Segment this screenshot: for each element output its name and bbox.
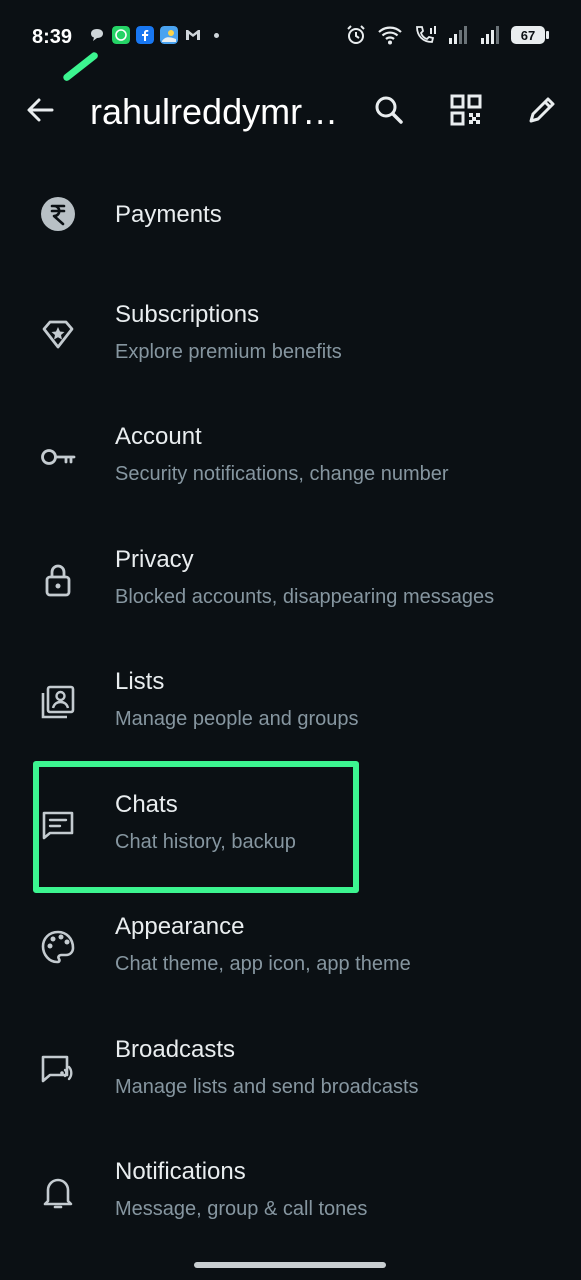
gmail-icon <box>186 30 200 40</box>
settings-item-privacy[interactable]: Privacy Blocked accounts, disappearing m… <box>0 518 581 641</box>
diamond-star-icon <box>42 320 74 348</box>
profile-title: rahulreddymr… <box>90 91 339 132</box>
settings-item-label: Chats <box>115 790 178 818</box>
rupee-icon <box>41 197 75 231</box>
photos-icon <box>160 26 178 44</box>
contacts-list-icon <box>41 685 75 719</box>
settings-item-subtitle: Blocked accounts, disappearing messages <box>115 585 495 608</box>
settings-list: Payments Subscriptions Explore premium b… <box>0 150 581 1253</box>
settings-item-account[interactable]: Account Security notifications, change n… <box>0 395 581 518</box>
call-signal-icon <box>416 26 436 43</box>
bell-icon <box>43 1178 73 1209</box>
settings-item-label: Privacy <box>115 545 194 573</box>
back-arrow-icon[interactable] <box>20 90 60 130</box>
settings-item-subtitle: Explore premium benefits <box>115 340 342 363</box>
battery-icon: 67 <box>511 26 549 44</box>
settings-item-label: Account <box>115 423 202 450</box>
signal-icon <box>449 26 467 44</box>
chat-bubble-icon <box>91 29 103 41</box>
settings-item-label: Lists <box>115 668 165 695</box>
settings-item-subtitle: Chat theme, app icon, app theme <box>115 953 411 975</box>
whatsapp-icon <box>112 26 130 44</box>
home-indicator[interactable] <box>194 1262 386 1268</box>
broadcast-icon <box>41 1055 73 1082</box>
settings-item-appearance[interactable]: Appearance Chat theme, app icon, app the… <box>0 885 581 1008</box>
settings-item-label: Broadcasts <box>115 1035 236 1063</box>
palette-icon <box>41 930 75 964</box>
settings-item-label: Appearance <box>115 913 245 940</box>
wifi-icon <box>378 26 402 45</box>
settings-item-label: Payments <box>115 201 222 228</box>
battery-level: 67 <box>520 27 536 43</box>
alarm-icon <box>347 25 365 44</box>
search-icon[interactable] <box>368 90 408 130</box>
settings-item-payments[interactable]: Payments <box>0 150 581 273</box>
settings-item-subtitle: Chat history, backup <box>115 830 296 853</box>
settings-item-broadcasts[interactable]: Broadcasts Manage lists and send broadca… <box>0 1008 581 1131</box>
facebook-icon <box>136 26 154 44</box>
settings-item-notifications[interactable]: Notifications Message, group & call tone… <box>0 1130 581 1253</box>
settings-item-subtitle: Manage lists and send broadcasts <box>115 1075 419 1098</box>
more-notifications-dot <box>214 32 219 38</box>
settings-item-label: Notifications <box>115 1158 246 1185</box>
chat-icon <box>42 811 74 839</box>
settings-item-subtitle: Security notifications, change number <box>115 463 449 485</box>
system-icons: 67 <box>345 24 549 46</box>
status-time: 8:39 <box>32 26 73 48</box>
settings-item-subtitle: Manage people and groups <box>115 708 359 730</box>
settings-item-subtitle: Message, group & call tones <box>115 1198 368 1220</box>
settings-item-chats[interactable]: Chats Chat history, backup <box>0 763 581 886</box>
key-icon <box>41 449 76 465</box>
app-bar: rahulreddymr… <box>0 80 581 142</box>
settings-item-subscriptions[interactable]: Subscriptions Explore premium benefits <box>0 273 581 396</box>
settings-item-label: Subscriptions <box>115 300 260 328</box>
notification-icons <box>88 26 219 44</box>
qr-code-icon[interactable] <box>446 90 486 130</box>
lock-icon <box>45 564 71 596</box>
signal-icon <box>481 26 499 44</box>
edit-icon[interactable] <box>522 90 562 130</box>
settings-item-lists[interactable]: Lists Manage people and groups <box>0 640 581 763</box>
